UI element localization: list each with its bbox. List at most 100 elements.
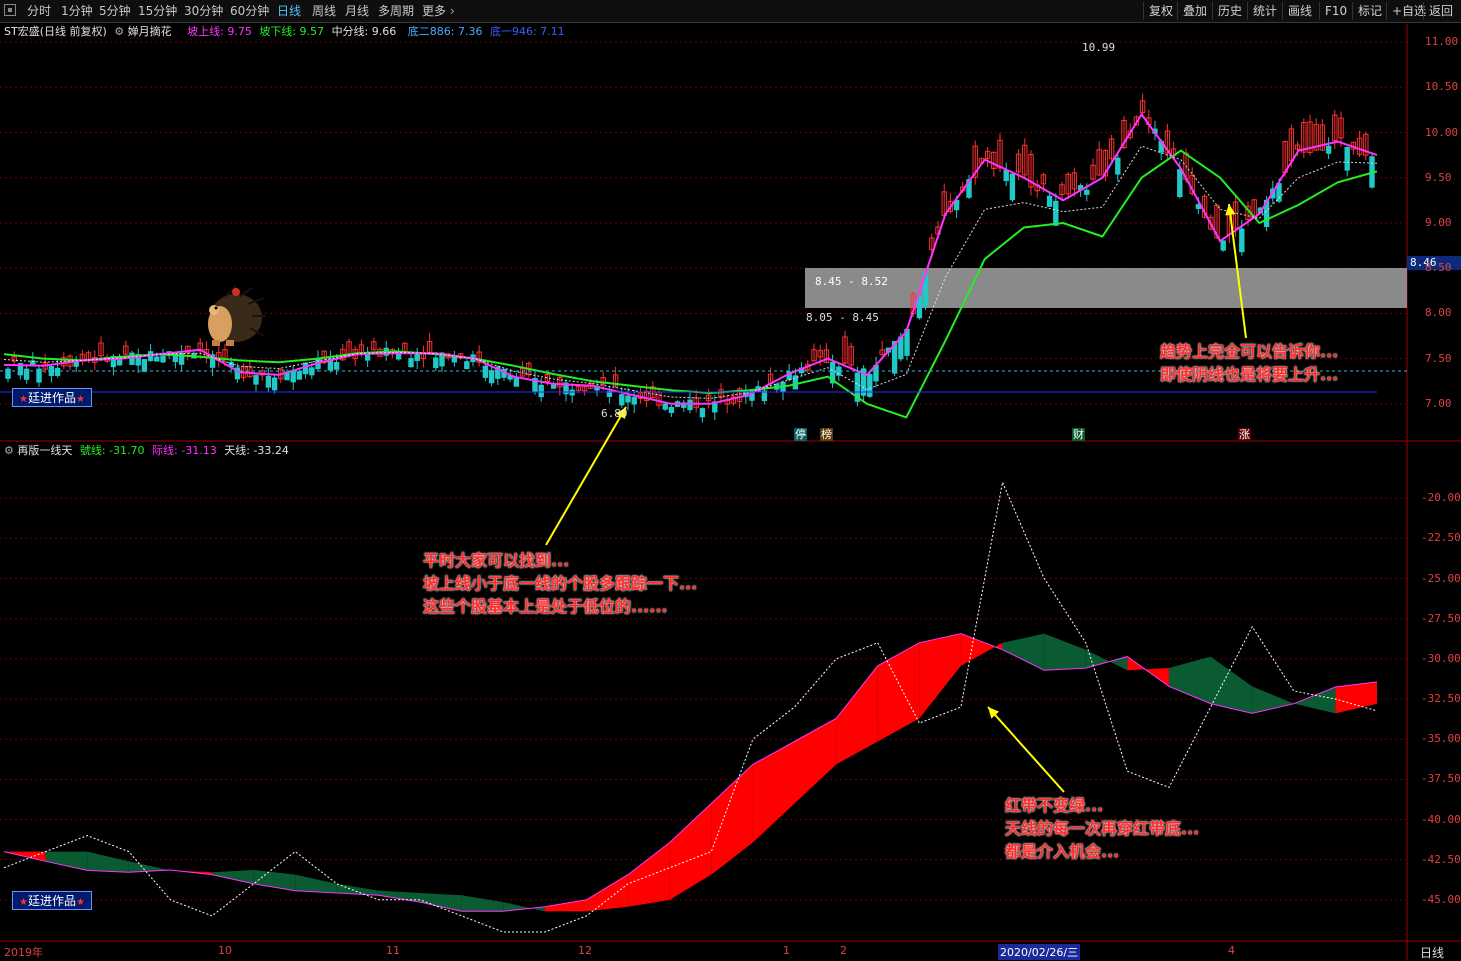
annotation-red-ribbon: 红带不变绿... 天线的每一次再穿红带底... 都是介入机会... [1005,794,1199,863]
candle-body [1344,146,1350,171]
candle-body [364,354,371,361]
ribbon-segment [711,764,753,875]
date-label: 11 [386,944,400,957]
hedgehog-sticker [196,284,266,354]
candle-body [1325,145,1332,154]
candle-body [631,396,637,405]
candle-body [619,394,625,406]
annotation-line: 坡上线小于底一线的个股多跟踪一下... [423,574,698,593]
sub-axis-label: -45.00 [1421,892,1461,906]
event-tag-finance[interactable]: 财 [1072,428,1085,441]
annotation-line: 这些个股基本上是处于低位的...... [423,597,668,616]
gap-lower-label: 8.05 - 8.45 [806,311,879,324]
ribbon-segment [1293,686,1336,714]
candle-body [699,408,706,418]
price-axis-label: 9.00 [1425,215,1452,229]
candle-body [129,352,135,365]
sub-axis-label: -20.00 [1421,491,1461,505]
author-badge-top: ★廷进作品★ [12,388,92,407]
candle-body [569,389,575,396]
sub-axis-label: -30.00 [1421,651,1461,665]
price-axis-label: 7.00 [1425,396,1452,410]
annotation-line: 红带不变绿... [1005,796,1104,815]
ribbon-segment [461,895,504,912]
kline-chart[interactable] [0,0,1461,960]
annotation-line: 都是介入机会... [1005,842,1120,861]
candle-body [414,353,420,362]
ribbon-segment [1044,633,1086,671]
crosshair-date: 2020/02/26/三 [998,944,1081,960]
ribbon-segment [212,870,254,884]
sub-axis-label: -42.50 [1421,852,1461,866]
candle-body [154,356,160,362]
annotation-line: 平时大家可以找到... [423,551,570,570]
candle-body [408,358,414,368]
annotation-line: 天线的每一次再穿红带底... [1005,819,1200,838]
candle-body [141,359,148,372]
annotation-low-position: 平时大家可以找到... 坡上线小于底一线的个股多跟踪一下... 这些个股基本上是… [423,549,697,618]
ribbon-segment [752,741,795,843]
candle-body [1239,228,1245,253]
candle-body [1053,200,1059,226]
candle-body [302,362,309,375]
candle-body [488,370,495,384]
ribbon-segment [586,874,629,912]
ribbon-segment [628,842,670,907]
author-badge-bottom: ★廷进作品★ [12,891,92,910]
ribbon-segment [87,851,129,873]
event-tag-halt[interactable]: 停 [794,428,807,441]
sub-axis-label: -40.00 [1421,812,1461,826]
sub-axis-label: -35.00 [1421,732,1461,746]
sub-indicator-name: 再版一线天 [17,444,73,457]
annotation-line: 即使阴线也是将要上升... [1160,365,1339,384]
ribbon-segment [1085,649,1128,671]
candle-body [265,375,272,388]
candle-body [1009,173,1016,201]
ji-line-value: 际线: -31.13 [152,444,217,457]
badge-text: 廷进作品 [27,391,76,405]
candle-body [296,371,303,380]
date-label: 2 [840,944,847,957]
candle-body [73,361,79,367]
ribbon-segment [1168,656,1211,704]
annotation-arrowhead [1225,204,1236,216]
ribbon-segment [836,665,878,765]
event-tag-board[interactable]: 榜 [820,428,833,441]
candle-body [464,361,470,370]
price-gap-zone [805,268,1407,308]
candle-body [333,362,340,370]
ribbon-segment [877,642,920,742]
price-axis-label: 7.50 [1425,351,1452,365]
candle-body [271,377,278,391]
candle-body [625,395,631,403]
ribbon-segment [1002,633,1045,671]
event-tag-rise[interactable]: 涨 [1238,428,1251,441]
candle-body [1084,189,1090,195]
ribbon-segment [669,803,712,900]
tian-line-value: 天线: -33.24 [224,444,289,457]
price-axis-label: 9.50 [1425,170,1452,184]
ribbon-segment [45,851,88,871]
date-label: 4 [1228,944,1235,957]
date-label: 12 [578,944,592,957]
settings-icon[interactable]: ⚙ [4,444,14,457]
date-label: 2019年 [4,946,43,959]
candle-body [1177,169,1183,198]
ribbon-segment [503,902,545,912]
sub-axis-label: -27.50 [1421,611,1461,625]
price-axis-label: 10.00 [1425,125,1459,139]
candle-body [54,367,61,376]
candle-body [662,403,668,410]
annotation-arrow [545,406,627,546]
candle-body [513,377,520,387]
date-label: 10 [218,944,232,957]
sub-axis-label: -37.50 [1421,772,1461,786]
price-axis-label: 8.50 [1425,261,1452,275]
candle-body [687,399,693,411]
candle-body [253,374,259,385]
ribbon-segment [960,633,1003,666]
candle-body [867,373,873,397]
sub-legend: ⚙ 再版一线天 號线: -31.70 际线: -31.13 天线: -33.24 [4,443,289,459]
price-axis-label: 11.00 [1425,35,1459,49]
ribbon-segment [1252,686,1294,714]
